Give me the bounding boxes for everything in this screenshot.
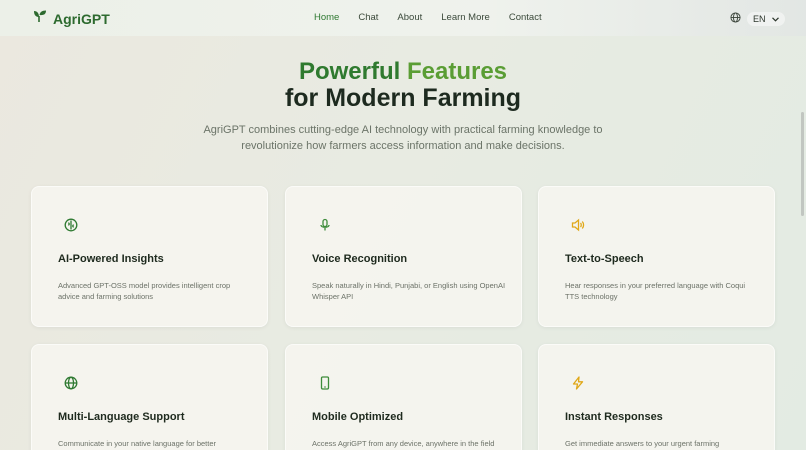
feature-title: Voice Recognition: [312, 253, 408, 265]
nav-home[interactable]: Home: [314, 12, 339, 23]
microphone-icon: [318, 218, 332, 232]
language-value: EN: [753, 14, 766, 24]
brand-name: AgriGPT: [53, 10, 110, 27]
feature-card-multi-language: Multi-Language Support Communicate in yo…: [31, 344, 268, 450]
nav-learn-more[interactable]: Learn More: [441, 12, 490, 23]
feature-title: Mobile Optimized: [312, 411, 404, 423]
hero-title-word-features: Features: [406, 58, 508, 85]
globe-icon: [730, 10, 741, 28]
nav-about[interactable]: About: [397, 12, 422, 23]
top-navigation-bar: AgriGPT Home Chat About Learn More Conta…: [0, 0, 806, 36]
hero-title-line-1: Powerful Features: [0, 58, 806, 86]
hero-title-line-2: for Modern Farming: [284, 84, 522, 112]
feature-description: Access AgriGPT from any device, anywhere…: [312, 439, 495, 448]
nav-contact[interactable]: Contact: [509, 12, 542, 23]
chevron-down-icon: [771, 14, 779, 24]
feature-title: Multi-Language Support: [58, 411, 185, 423]
hero-title-word-powerful: Powerful: [298, 58, 401, 85]
mobile-icon: [318, 376, 332, 390]
main-nav: Home Chat About Learn More Contact: [314, 12, 561, 23]
feature-card-mobile-optimized: Mobile Optimized Access AgriGPT from any…: [285, 344, 522, 450]
sprout-icon: [33, 9, 47, 28]
feature-description: Get immediate answers to your urgent far…: [565, 439, 720, 448]
feature-description: Communicate in your native language for …: [58, 439, 217, 448]
feature-title: AI-Powered Insights: [58, 253, 164, 265]
globe-icon: [64, 376, 78, 390]
speaker-icon: [571, 218, 585, 232]
feature-title: Instant Responses: [565, 411, 663, 423]
feature-card-voice-recognition: Voice Recognition Speak naturally in Hin…: [285, 186, 522, 327]
page-scrollbar[interactable]: [801, 112, 804, 216]
nav-chat[interactable]: Chat: [358, 12, 378, 23]
feature-card-text-to-speech: Text-to-Speech Hear responses in your pr…: [538, 186, 775, 327]
feature-description: Hear responses in your preferred languag…: [565, 281, 746, 301]
feature-card-ai-insights: AI-Powered Insights Advanced GPT-OSS mod…: [31, 186, 268, 327]
brain-icon: [64, 218, 78, 232]
language-dropdown[interactable]: EN: [747, 12, 785, 26]
lightning-icon: [571, 376, 585, 390]
feature-card-instant-responses: Instant Responses Get immediate answers …: [538, 344, 775, 450]
language-selector[interactable]: EN: [730, 10, 785, 28]
hero-subtitle: AgriGPT combines cutting-edge AI technol…: [203, 124, 603, 152]
feature-title: Text-to-Speech: [565, 253, 644, 265]
brand-logo[interactable]: AgriGPT: [33, 9, 110, 28]
feature-description: Advanced GPT-OSS model provides intellig…: [58, 281, 231, 301]
feature-description: Speak naturally in Hindi, Punjabi, or En…: [312, 281, 506, 301]
